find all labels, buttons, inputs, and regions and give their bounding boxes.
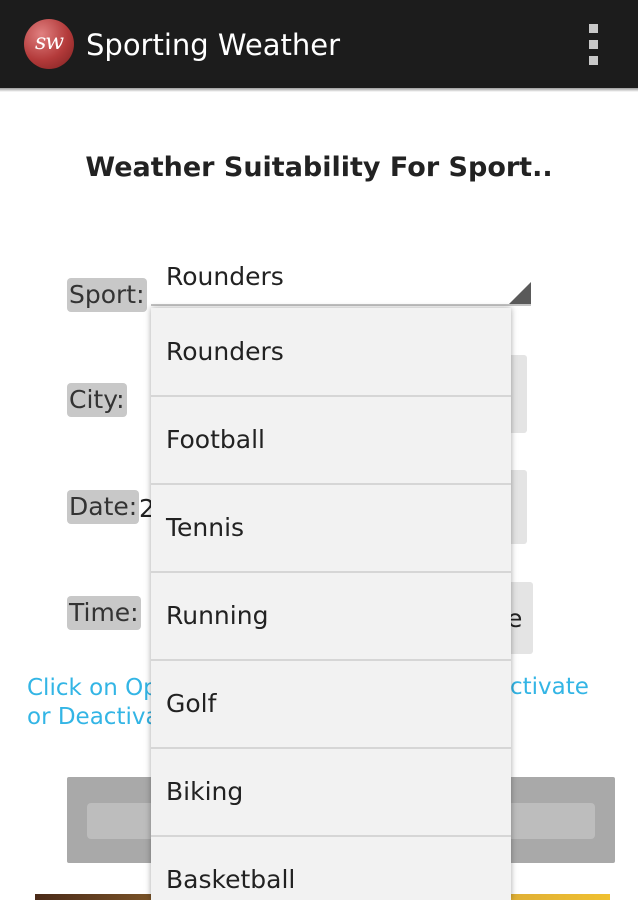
action-bar: sw Sporting Weather (0, 0, 638, 88)
menu-dot (589, 24, 598, 33)
app-logo-text: sw (34, 30, 64, 55)
sport-label: Sport: (67, 278, 147, 312)
option-label: Tennis (166, 513, 245, 542)
action-bar-shadow (0, 88, 638, 92)
dropdown-option-football[interactable]: Football (151, 396, 511, 484)
dropdown-option-tennis[interactable]: Tennis (151, 484, 511, 572)
dropdown-option-biking[interactable]: Biking (151, 748, 511, 836)
option-label: Golf (166, 689, 217, 718)
dropdown-option-basketball[interactable]: Basketball (151, 836, 511, 900)
option-label: Football (166, 425, 265, 454)
option-label: Biking (166, 777, 244, 806)
dropdown-option-golf[interactable]: Golf (151, 660, 511, 748)
sport-dropdown-list: Rounders Football Tennis Running Golf Bi… (151, 308, 511, 900)
overflow-menu-icon[interactable] (584, 24, 604, 66)
option-label: Running (166, 601, 269, 630)
option-label: Rounders (166, 337, 284, 366)
app-logo-icon[interactable]: sw (24, 19, 74, 69)
hint-line-1-end: ctivate (510, 674, 589, 700)
sport-spinner-value: Rounders (166, 262, 284, 291)
time-label: Time: (67, 596, 141, 630)
app-title: Sporting Weather (86, 28, 341, 62)
sport-spinner[interactable]: Rounders (151, 260, 531, 306)
page-heading: Weather Suitability For Sport.. (85, 152, 553, 183)
option-label: Basketball (166, 865, 296, 894)
dropdown-option-running[interactable]: Running (151, 572, 511, 660)
spinner-triangle-icon (509, 282, 531, 304)
spinner-underline (151, 304, 531, 306)
dropdown-option-rounders[interactable]: Rounders (151, 308, 511, 396)
city-label: City: (67, 383, 127, 417)
menu-dot (589, 40, 598, 49)
menu-dot (589, 56, 598, 65)
date-label: Date: (67, 490, 140, 524)
